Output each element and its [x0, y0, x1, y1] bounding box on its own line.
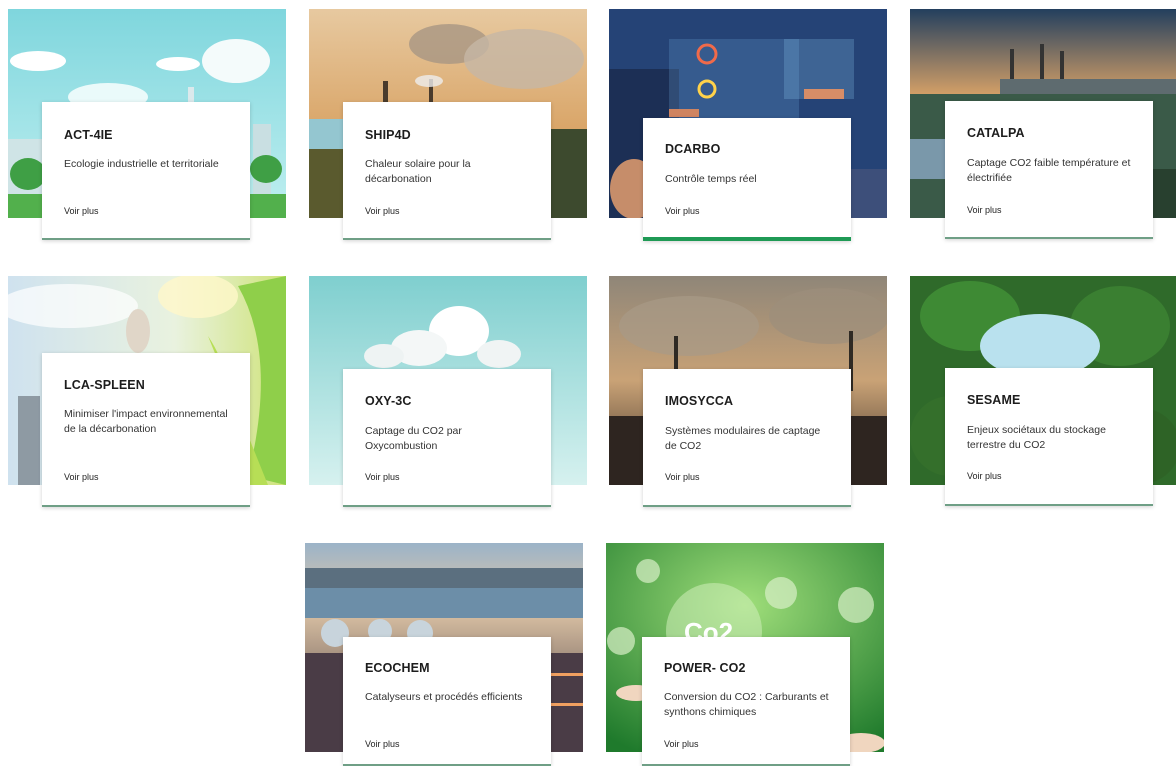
project-title: SESAME	[967, 393, 1021, 407]
voir-plus-link[interactable]: Voir plus	[664, 739, 699, 749]
project-tile-imosycca: IMOSYCCA Systèmes modulaires de captage …	[609, 276, 887, 507]
project-title: DCARBO	[665, 142, 721, 156]
project-card-lca-spleen[interactable]: LCA-SPLEEN Minimiser l'impact environnem…	[42, 353, 250, 507]
project-tile-power-co2: Co2 POWER- CO2 Conversion du CO2 : Carbu…	[606, 543, 884, 766]
project-card-sesame[interactable]: SESAME Enjeux sociétaux du stockage terr…	[945, 368, 1153, 506]
project-tile-lca-spleen: LCA-SPLEEN Minimiser l'impact environnem…	[8, 276, 286, 507]
project-description: Captage CO2 faible température et électr…	[967, 157, 1131, 184]
voir-plus-link[interactable]: Voir plus	[64, 472, 99, 482]
project-title: ACT-4IE	[64, 128, 113, 142]
project-description: Catalyseurs et procédés efficients	[365, 691, 523, 703]
project-description: Systèmes modulaires de captage de CO2	[665, 425, 821, 452]
project-card-catalpa[interactable]: CATALPA Captage CO2 faible température e…	[945, 101, 1153, 239]
project-description: Conversion du CO2 : Carburants et syntho…	[664, 691, 829, 718]
project-title: SHIP4D	[365, 128, 411, 142]
project-description: Chaleur solaire pour la décarbonation	[365, 158, 471, 185]
project-title: CATALPA	[967, 126, 1025, 140]
voir-plus-link[interactable]: Voir plus	[967, 205, 1002, 215]
project-description: Enjeux sociétaux du stockage terrestre d…	[967, 424, 1106, 451]
project-card-oxy-3c[interactable]: OXY-3C Captage du CO2 par Oxycombustion …	[343, 369, 551, 507]
project-tile-sesame: SESAME Enjeux sociétaux du stockage terr…	[910, 276, 1176, 506]
project-description: Ecologie industrielle et territoriale	[64, 158, 219, 170]
project-card-dcarbo[interactable]: DCARBO Contrôle temps réel Voir plus	[643, 118, 851, 241]
voir-plus-link[interactable]: Voir plus	[365, 472, 400, 482]
project-tile-dcarbo: DCARBO Contrôle temps réel Voir plus	[609, 9, 887, 241]
project-title: POWER- CO2	[664, 661, 746, 675]
project-description: Contrôle temps réel	[665, 173, 757, 185]
project-tile-ship4d: SHIP4D Chaleur solaire pour la décarbona…	[309, 9, 587, 240]
project-description: Minimiser l'impact environnemental de la…	[64, 408, 228, 435]
voir-plus-link[interactable]: Voir plus	[665, 206, 700, 216]
project-tile-catalpa: CATALPA Captage CO2 faible température e…	[910, 9, 1176, 239]
project-tile-ecochem: ECOCHEM Catalyseurs et procédés efficien…	[305, 543, 583, 766]
project-card-act-4ie[interactable]: ACT-4IE Ecologie industrielle et territo…	[42, 102, 250, 240]
project-title: LCA-SPLEEN	[64, 378, 145, 392]
project-tile-oxy-3c: OXY-3C Captage du CO2 par Oxycombustion …	[309, 276, 587, 507]
project-card-ecochem[interactable]: ECOCHEM Catalyseurs et procédés efficien…	[343, 637, 551, 766]
project-description: Captage du CO2 par Oxycombustion	[365, 425, 462, 452]
project-title: OXY-3C	[365, 394, 412, 408]
voir-plus-link[interactable]: Voir plus	[365, 739, 400, 749]
project-title: IMOSYCCA	[665, 394, 734, 408]
project-card-imosycca[interactable]: IMOSYCCA Systèmes modulaires de captage …	[643, 369, 851, 507]
voir-plus-link[interactable]: Voir plus	[665, 472, 700, 482]
project-title: ECOCHEM	[365, 661, 430, 675]
project-card-ship4d[interactable]: SHIP4D Chaleur solaire pour la décarbona…	[343, 102, 551, 240]
voir-plus-link[interactable]: Voir plus	[365, 206, 400, 216]
voir-plus-link[interactable]: Voir plus	[967, 471, 1002, 481]
voir-plus-link[interactable]: Voir plus	[64, 206, 99, 216]
project-card-power-co2[interactable]: POWER- CO2 Conversion du CO2 : Carburant…	[642, 637, 850, 766]
project-tile-act-4ie: ACT-4IE Ecologie industrielle et territo…	[8, 9, 286, 240]
